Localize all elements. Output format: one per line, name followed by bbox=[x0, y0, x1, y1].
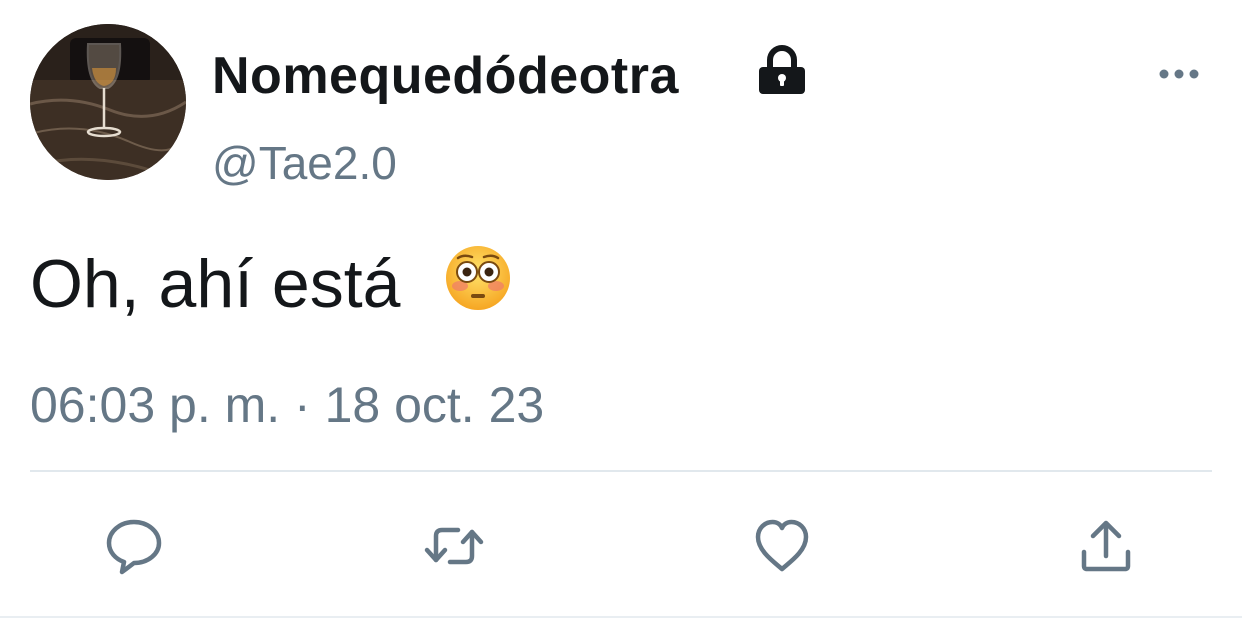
tweet-card: Nomequedódeotra @Tae2.0 Oh, ahí está 06:… bbox=[0, 0, 1242, 636]
tweet-text: Oh, ahí está bbox=[30, 246, 401, 322]
reply-icon[interactable] bbox=[104, 516, 164, 576]
lock-icon bbox=[752, 40, 812, 100]
flushed-face-emoji-icon bbox=[444, 244, 512, 312]
user-handle[interactable]: @Tae2.0 bbox=[212, 136, 397, 190]
avatar[interactable] bbox=[30, 24, 186, 180]
like-icon[interactable] bbox=[752, 516, 812, 576]
retweet-icon[interactable] bbox=[424, 516, 484, 576]
share-icon[interactable] bbox=[1076, 516, 1136, 576]
bottom-divider bbox=[0, 616, 1242, 618]
tweet-timestamp[interactable]: 06:03 p. m. · 18 oct. 23 bbox=[30, 376, 544, 434]
display-name[interactable]: Nomequedódeotra bbox=[212, 46, 679, 106]
more-icon[interactable] bbox=[1156, 62, 1202, 86]
divider bbox=[30, 470, 1212, 472]
wine-glass-photo bbox=[30, 24, 186, 180]
